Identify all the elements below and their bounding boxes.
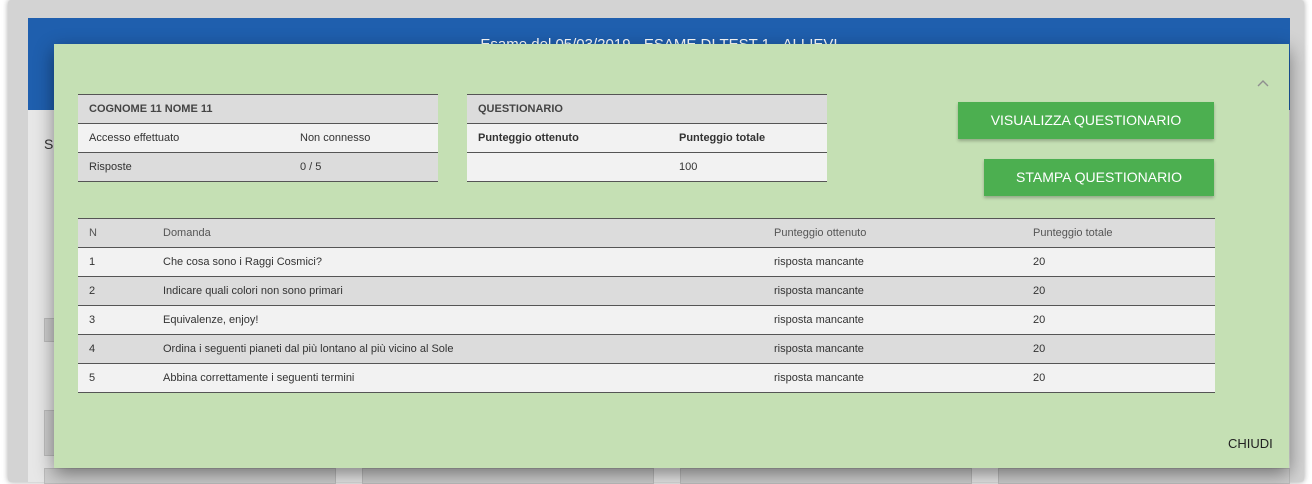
column-header-question: Domanda — [163, 227, 211, 239]
question-obtained: risposta mancante — [774, 256, 864, 268]
answers-row: Risposte 0 / 5 — [78, 152, 438, 182]
question-number: 3 — [89, 314, 96, 326]
question-text: Indicare quali colori non sono primari — [163, 285, 343, 297]
background-label: S — [44, 136, 54, 152]
total-score-value: 100 — [679, 161, 698, 173]
table-row[interactable]: 2 Indicare quali colori non sono primari… — [78, 276, 1215, 306]
questions-header-row: N Domanda Punteggio ottenuto Punteggio t… — [78, 218, 1215, 248]
question-text: Che cosa sono i Raggi Cosmici? — [163, 256, 322, 268]
table-row[interactable]: 3 Equivalenze, enjoy! risposta mancante … — [78, 305, 1215, 335]
question-obtained: risposta mancante — [774, 314, 864, 326]
question-total: 20 — [1033, 343, 1046, 355]
student-name-row: COGNOME 11 NOME 11 — [78, 94, 438, 124]
exam-detail-dialog: COGNOME 11 NOME 11 Accesso effettuato No… — [54, 44, 1289, 468]
total-score-header: Punteggio totale — [679, 132, 766, 144]
access-row: Accesso effettuato Non connesso — [78, 123, 438, 153]
question-obtained: risposta mancante — [774, 372, 864, 384]
access-label: Accesso effettuato — [89, 132, 180, 144]
table-row[interactable]: 1 Che cosa sono i Raggi Cosmici? rispost… — [78, 247, 1215, 277]
questions-table: N Domanda Punteggio ottenuto Punteggio t… — [78, 218, 1215, 393]
question-total: 20 — [1033, 372, 1046, 384]
print-questionnaire-button[interactable]: STAMPA QUESTIONARIO — [984, 159, 1214, 196]
close-button[interactable]: CHIUDI — [1228, 436, 1273, 451]
question-number: 2 — [89, 285, 96, 297]
obtained-score-header: Punteggio ottenuto — [478, 132, 579, 144]
question-total: 20 — [1033, 314, 1046, 326]
question-number: 5 — [89, 372, 96, 384]
chevron-up-icon[interactable] — [1256, 76, 1270, 90]
question-total: 20 — [1033, 256, 1046, 268]
obtained-score-value — [467, 153, 668, 182]
column-header-total: Punteggio totale — [1033, 227, 1113, 239]
question-text: Abbina correttamente i seguenti termini — [163, 372, 355, 384]
question-text: Equivalenze, enjoy! — [163, 314, 259, 326]
question-obtained: risposta mancante — [774, 285, 864, 297]
question-number: 4 — [89, 343, 96, 355]
questionnaire-header-row: Punteggio ottenuto Punteggio totale — [467, 123, 827, 153]
question-obtained: risposta mancante — [774, 343, 864, 355]
questionnaire-score-table: QUESTIONARIO Punteggio ottenuto Punteggi… — [467, 94, 827, 182]
questionnaire-title: QUESTIONARIO — [478, 103, 563, 115]
table-row[interactable]: 4 Ordina i seguenti pianeti dal più lont… — [78, 334, 1215, 364]
answers-label: Risposte — [89, 161, 132, 173]
question-text: Ordina i seguenti pianeti dal più lontan… — [163, 343, 454, 355]
questionnaire-title-row: QUESTIONARIO — [467, 94, 827, 124]
column-header-obtained: Punteggio ottenuto — [774, 227, 867, 239]
question-total: 20 — [1033, 285, 1046, 297]
view-questionnaire-button[interactable]: VISUALIZZA QUESTIONARIO — [958, 102, 1214, 139]
access-value: Non connesso — [300, 132, 371, 144]
questionnaire-values-row: 100 — [467, 152, 827, 182]
table-row[interactable]: 5 Abbina correttamente i seguenti termin… — [78, 363, 1215, 393]
student-name: COGNOME 11 NOME 11 — [89, 103, 213, 115]
question-number: 1 — [89, 256, 96, 268]
student-summary-table: COGNOME 11 NOME 11 Accesso effettuato No… — [78, 94, 438, 182]
column-header-number: N — [89, 227, 97, 239]
answers-value: 0 / 5 — [300, 161, 322, 173]
